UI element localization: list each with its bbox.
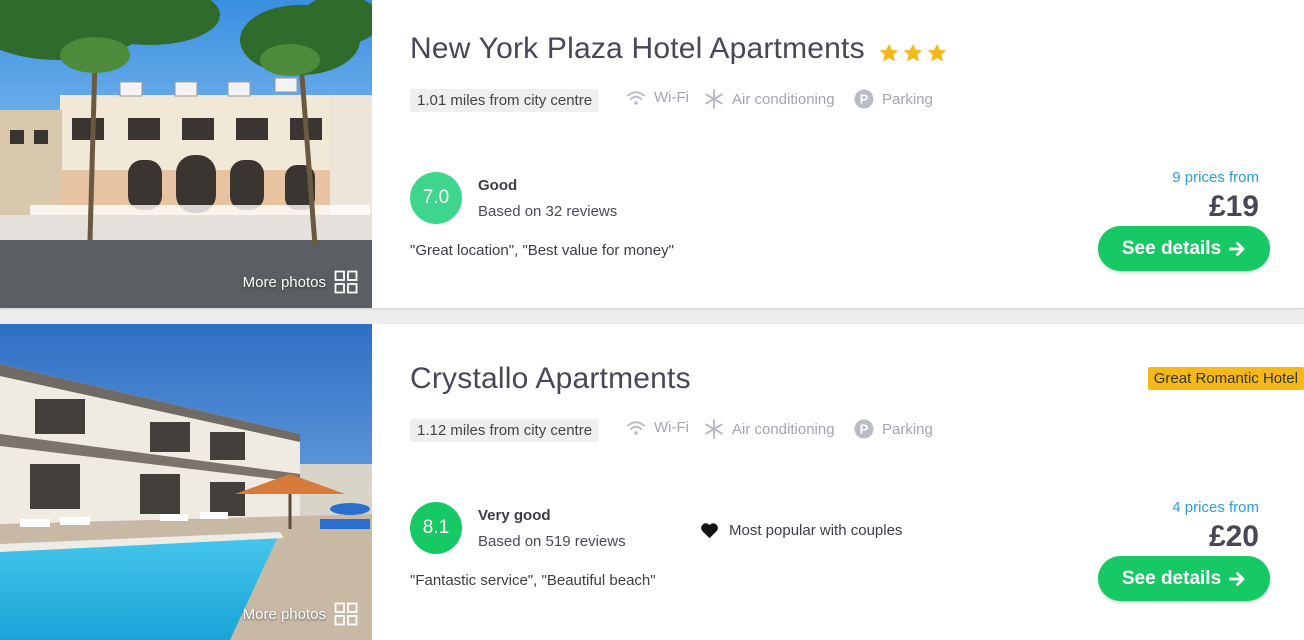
star-icon	[927, 43, 947, 62]
see-details-label: See details	[1121, 237, 1222, 259]
amenity-label: Air conditioning	[732, 420, 835, 438]
arrow-right-icon	[1229, 241, 1245, 256]
see-details-button[interactable]: See details	[1098, 226, 1270, 271]
price: £19	[1208, 190, 1259, 223]
hotel-card[interactable]: More photos New York Plaza Hotel Apartme…	[0, 0, 1304, 308]
grid-icon	[334, 270, 358, 294]
amenity-label: Parking	[882, 420, 933, 438]
prices-from[interactable]: 9 prices from	[1172, 169, 1259, 186]
hotel-photo-image	[0, 0, 372, 308]
snowflake-icon	[705, 89, 723, 109]
wifi-icon	[627, 90, 645, 105]
arrow-right-icon	[1229, 571, 1245, 586]
see-details-label: See details	[1121, 567, 1222, 589]
amenity-ac: Air conditioning	[704, 419, 835, 439]
more-photos-label: More photos	[242, 605, 326, 623]
amenity-parking: P Parking	[854, 419, 933, 439]
amenity-label: Parking	[882, 90, 933, 108]
distance-badge: 1.01 miles from city centre	[410, 89, 600, 112]
hotel-name[interactable]: New York Plaza Hotel Apartments	[410, 32, 865, 66]
amenity-label: Wi-Fi	[654, 89, 689, 106]
popular-with: Most popular with couples	[700, 522, 902, 539]
rating-word: Very good	[478, 507, 551, 524]
svg-text:P: P	[860, 422, 869, 437]
more-photos-link[interactable]: More photos	[243, 602, 358, 626]
parking-icon: P	[854, 89, 874, 109]
amenity-label: Wi-Fi	[654, 419, 689, 436]
price: £20	[1208, 520, 1259, 553]
popular-with-label: Most popular with couples	[729, 522, 903, 539]
prices-from[interactable]: 4 prices from	[1172, 499, 1259, 516]
snowflake-icon	[705, 419, 723, 439]
amenity-wifi: Wi-Fi	[626, 89, 689, 106]
star-icon	[879, 43, 899, 62]
amenity-label: Air conditioning	[732, 90, 835, 108]
amenity-ac: Air conditioning	[704, 89, 835, 109]
hotel-card[interactable]: More photos Crystallo Apartments Great R…	[0, 324, 1304, 640]
hotel-tag-badge: Great Romantic Hotel	[1147, 367, 1304, 390]
see-details-button[interactable]: See details	[1098, 556, 1270, 601]
more-photos-label: More photos	[242, 273, 326, 291]
review-count[interactable]: Based on 519 reviews	[478, 533, 626, 550]
grid-icon	[334, 602, 358, 626]
review-highlights: "Fantastic service", "Beautiful beach"	[410, 572, 656, 589]
review-count[interactable]: Based on 32 reviews	[478, 203, 617, 220]
rating-word: Good	[478, 177, 518, 194]
review-score: 7.0	[410, 172, 462, 224]
parking-icon: P	[854, 419, 874, 439]
review-highlights: "Great location", "Best value for money"	[410, 242, 674, 259]
hotel-photo-image	[0, 324, 372, 640]
amenity-wifi: Wi-Fi	[626, 419, 689, 436]
hotel-name[interactable]: Crystallo Apartments	[410, 362, 691, 396]
heart-icon	[701, 523, 718, 539]
star-rating	[878, 42, 948, 64]
star-icon	[903, 43, 923, 62]
review-score: 8.1	[410, 502, 462, 554]
wifi-icon	[627, 420, 645, 435]
distance-badge: 1.12 miles from city centre	[410, 419, 600, 442]
hotel-photo[interactable]: More photos	[0, 324, 372, 640]
hotel-photo[interactable]: More photos	[0, 0, 372, 308]
more-photos-link[interactable]: More photos	[243, 270, 358, 294]
svg-text:P: P	[860, 92, 869, 107]
amenity-parking: P Parking	[854, 89, 933, 109]
